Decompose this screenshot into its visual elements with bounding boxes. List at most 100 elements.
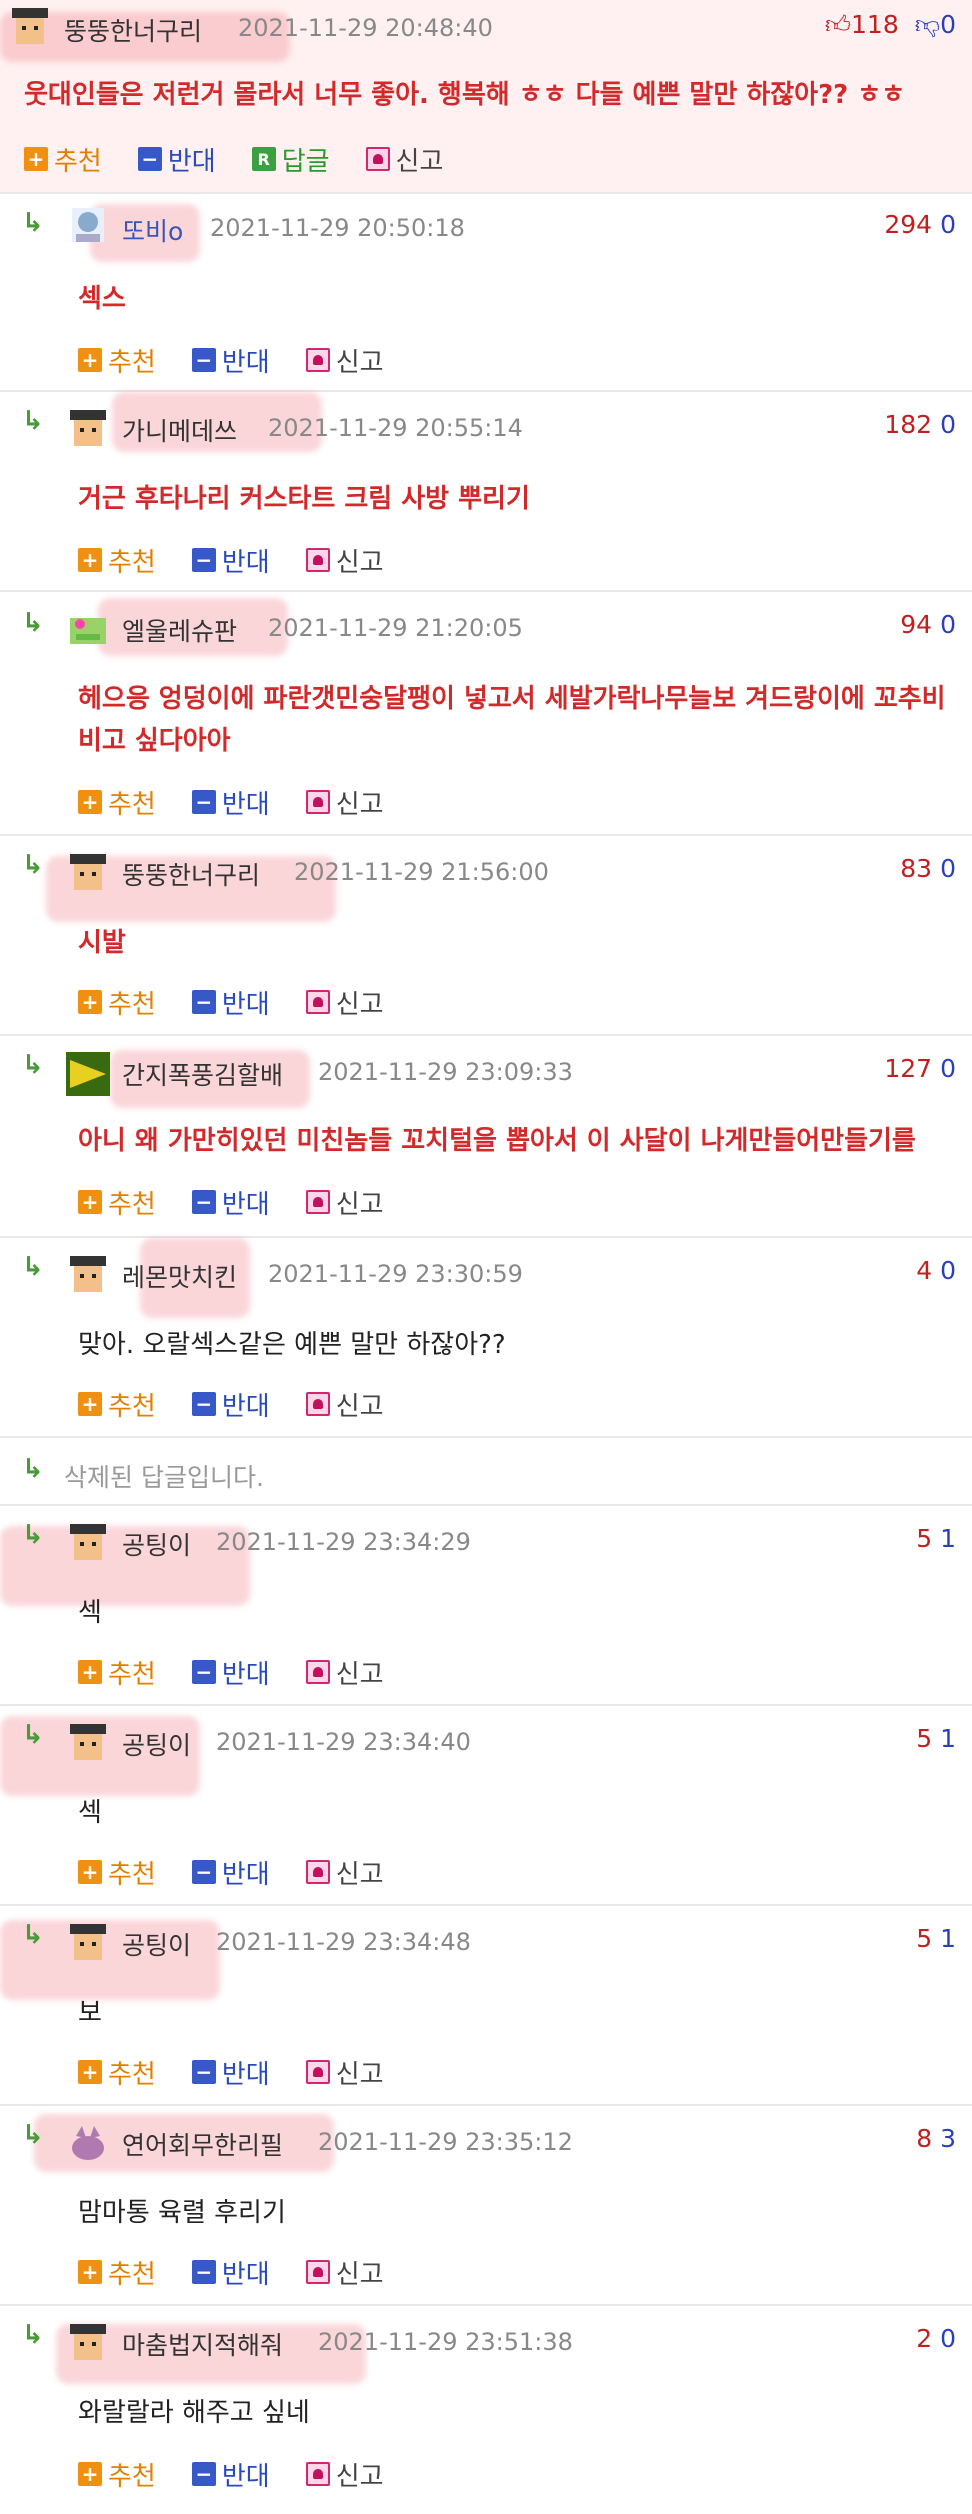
comment-nickname[interactable]: 공팅이 [122, 1726, 191, 1762]
recommend-button[interactable]: + 추천 [78, 1386, 156, 1423]
oppose-button[interactable]: − 반대 [191, 2456, 270, 2493]
oppose-button[interactable]: − 반대 [191, 542, 270, 579]
plus-icon: + [78, 348, 102, 372]
oppose-button[interactable]: − 반대 [137, 141, 216, 178]
comment-nickname[interactable]: 레몬맛치킨 [122, 1258, 237, 1294]
report-button[interactable]: 신고 [305, 2456, 384, 2493]
report-button[interactable]: 신고 [305, 2254, 384, 2291]
siren-icon [305, 1860, 330, 1884]
recommend-button[interactable]: + 추천 [78, 2456, 156, 2493]
report-button[interactable]: 신고 [305, 984, 384, 1021]
oppose-button[interactable]: − 반대 [191, 1184, 270, 1221]
vote-counts: 51 [916, 1524, 956, 1553]
comment-nickname[interactable]: 연어회무한리필 [122, 2126, 283, 2162]
downvote-count: 1 [940, 1524, 956, 1553]
upvote-count: 8 [916, 2124, 933, 2153]
upvote-count: 182 [884, 410, 933, 439]
comment-actions: + 추천 − 반대 신고 [78, 1184, 420, 1220]
report-button[interactable]: 신고 [305, 1184, 384, 1221]
comment-actions: + 추천 − 반대 신고 [78, 542, 420, 578]
minus-icon: − [191, 548, 216, 572]
oppose-button[interactable]: − 반대 [191, 2254, 270, 2291]
plus-icon: + [78, 1660, 102, 1684]
plus-icon: + [78, 1190, 102, 1214]
report-button[interactable]: 신고 [305, 784, 384, 821]
reply-arrow-icon: ↳ [22, 406, 44, 436]
comment-nickname[interactable]: 또비o [122, 212, 183, 248]
recommend-button[interactable]: + 추천 [78, 984, 156, 1021]
recommend-button[interactable]: + 추천 [78, 1184, 156, 1221]
oppose-button[interactable]: − 반대 [191, 984, 270, 1021]
comment-actions: + 추천 − 반대 신고 [78, 2054, 420, 2090]
recommend-button[interactable]: + 추천 [78, 342, 156, 379]
recommend-button[interactable]: + 추천 [78, 542, 156, 579]
comment-text: 맞아. 오랄섹스같은 예쁜 말만 하잖아?? [78, 1330, 506, 1360]
comment-timestamp: 2021-11-29 20:48:40 [238, 14, 493, 42]
downvote-count: 0 [940, 410, 956, 439]
comment-timestamp: 2021-11-29 23:30:59 [268, 1260, 523, 1288]
minus-icon: − [191, 2060, 216, 2084]
report-button[interactable]: 신고 [365, 141, 443, 178]
vote-counts: 40 [916, 1256, 956, 1285]
oppose-button[interactable]: − 반대 [191, 2054, 270, 2091]
comment-nickname[interactable]: 뚱뚱한너구리 [122, 856, 260, 892]
thumbs-down-icon[interactable]: 👎︎ [915, 10, 940, 39]
comment-actions: + 추천 − 반대 신고 [78, 342, 420, 378]
comment-timestamp: 2021-11-29 20:50:18 [210, 214, 465, 242]
vote-counts: 94 0 [900, 610, 956, 639]
comment-nickname[interactable]: 공팅이 [122, 1926, 191, 1962]
report-button[interactable]: 신고 [305, 542, 384, 579]
report-button[interactable]: 신고 [305, 1654, 384, 1691]
siren-icon [305, 790, 330, 814]
avatar [12, 8, 48, 44]
avatar [70, 2324, 106, 2360]
comment-timestamp: 2021-11-29 23:34:48 [216, 1928, 471, 1956]
report-button[interactable]: 신고 [305, 342, 384, 379]
comment-nickname[interactable]: 마춤법지적해줘 [122, 2326, 283, 2362]
comment-nickname[interactable]: 간지폭풍김할배 [122, 1056, 283, 1092]
comment-timestamp: 2021-11-29 23:34:29 [216, 1528, 471, 1556]
downvote-count: 0 [940, 1054, 956, 1083]
recommend-button[interactable]: + 추천 [78, 1854, 156, 1891]
oppose-button[interactable]: − 반대 [191, 1654, 270, 1691]
comment-text: 웃대인들은 저런거 몰라서 너무 좋아. 행복해 ㅎㅎ 다들 예쁜 말만 하잖아… [24, 80, 906, 110]
reply-icon: R [251, 147, 276, 171]
minus-icon: − [191, 2462, 216, 2486]
report-button[interactable]: 신고 [305, 1854, 384, 1891]
siren-icon [305, 2260, 330, 2284]
recommend-button[interactable]: + 추천 [24, 141, 102, 178]
thumbs-up-icon[interactable]: 👍︎ [825, 10, 851, 39]
plus-icon: + [78, 790, 102, 814]
reply-comment: ↳ 간지폭풍김할배 2021-11-29 23:09:33 127 0 아니 왜 … [0, 1036, 972, 1238]
comment-timestamp: 2021-11-29 23:35:12 [318, 2128, 573, 2156]
recommend-button[interactable]: + 추천 [78, 2054, 156, 2091]
comment-text: 맘마통 육렬 후리기 [78, 2198, 286, 2228]
recommend-button[interactable]: + 추천 [78, 2254, 156, 2291]
avatar [70, 1524, 106, 1560]
comment-nickname[interactable]: 공팅이 [122, 1526, 191, 1562]
comment-actions: + 추천 − 반대 신고 [78, 2456, 420, 2492]
minus-icon: − [191, 348, 216, 372]
oppose-button[interactable]: − 반대 [191, 342, 270, 379]
comment-nickname[interactable]: 엘울레슈판 [122, 612, 237, 648]
recommend-button[interactable]: + 추천 [78, 784, 156, 821]
minus-icon: − [137, 147, 162, 171]
comment-nickname[interactable]: 뚱뚱한너구리 [64, 12, 202, 48]
comment-actions: + 추천 − 반대 신고 [78, 1386, 420, 1422]
plus-icon: + [78, 2060, 102, 2084]
oppose-button[interactable]: − 반대 [191, 784, 270, 821]
siren-icon [305, 2462, 330, 2486]
oppose-button[interactable]: − 반대 [191, 1854, 270, 1891]
avatar [70, 618, 106, 644]
comment-nickname[interactable]: 가니메데쓰 [122, 412, 237, 448]
minus-icon: − [191, 790, 216, 814]
reply-button[interactable]: R 답글 [251, 141, 330, 178]
siren-icon [305, 348, 330, 372]
report-button[interactable]: 신고 [305, 1386, 384, 1423]
minus-icon: − [191, 990, 216, 1014]
oppose-button[interactable]: − 반대 [191, 1386, 270, 1423]
report-button[interactable]: 신고 [305, 2054, 384, 2091]
recommend-button[interactable]: + 추천 [78, 1654, 156, 1691]
avatar [70, 1724, 106, 1760]
plus-icon: + [78, 1860, 102, 1884]
